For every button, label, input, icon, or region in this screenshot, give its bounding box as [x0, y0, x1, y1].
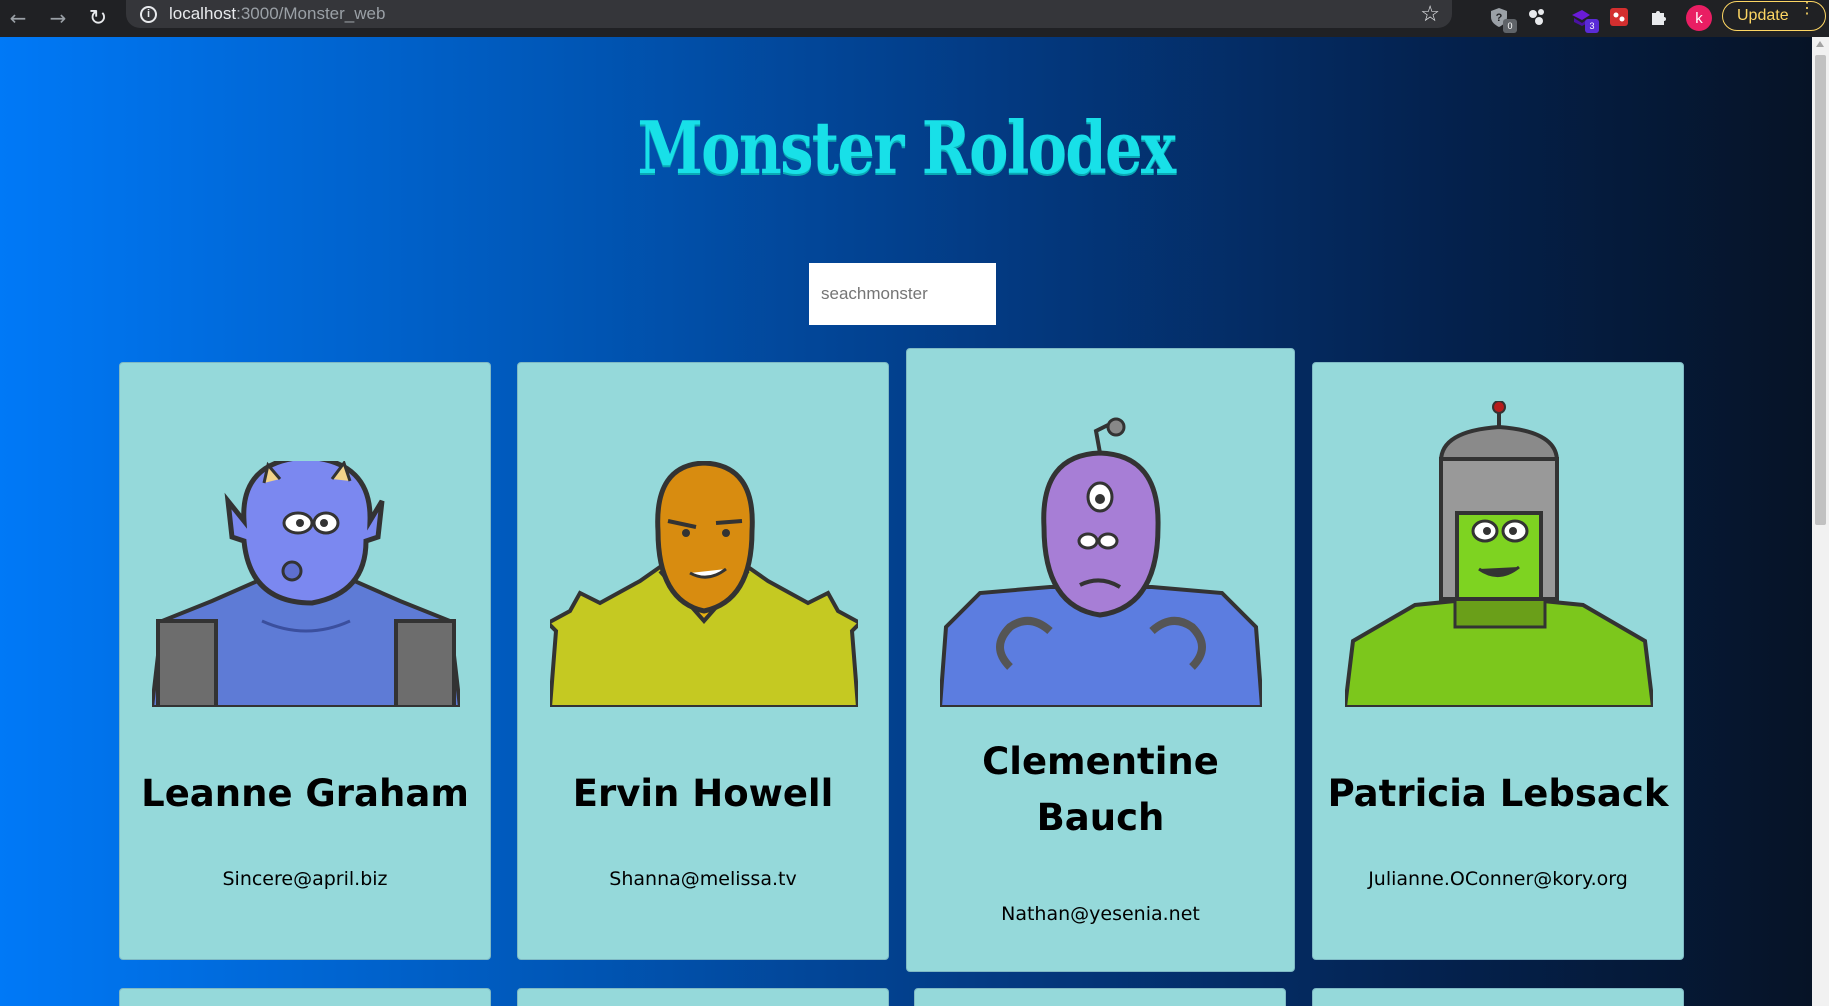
browser-toolbar: ← → ↻ i localhost:3000/Monster_web ☆ ? 0… — [0, 0, 1829, 37]
extension-badge: 3 — [1585, 19, 1599, 33]
extension-red-icon[interactable] — [1606, 4, 1632, 30]
url-host: localhost — [169, 4, 237, 23]
monster-email: Nathan@yesenia.net — [1001, 903, 1200, 925]
url-path: :3000/Monster_web — [236, 4, 386, 23]
bookmark-star-icon[interactable]: ☆ — [1420, 1, 1440, 27]
extension-badge: 0 — [1503, 19, 1517, 33]
vertical-scrollbar[interactable] — [1812, 37, 1829, 1006]
profile-avatar[interactable]: k — [1686, 5, 1712, 31]
back-arrow-icon[interactable]: ← — [4, 4, 32, 32]
monster-card[interactable]: Ervin Howell Shanna@melissa.tv — [517, 362, 889, 960]
scroll-thumb[interactable] — [1815, 55, 1826, 525]
monster-name: Ervin Howell — [572, 772, 834, 815]
forward-arrow-icon[interactable]: → — [44, 4, 72, 32]
monster-image — [940, 417, 1262, 707]
monster-image — [1345, 401, 1653, 707]
update-button[interactable]: Update ⋮ — [1722, 1, 1826, 31]
address-bar[interactable]: i localhost:3000/Monster_web ☆ — [126, 0, 1452, 28]
monster-email: Sincere@april.biz — [222, 868, 388, 890]
scroll-up-arrow-icon[interactable] — [1816, 41, 1824, 47]
monster-name-line1: Clementine — [982, 740, 1219, 783]
monster-card[interactable] — [119, 988, 491, 1006]
extension-purple-icon[interactable]: 3 — [1568, 4, 1599, 33]
page-title: Monster Rolodex — [637, 105, 1176, 190]
extension-question-icon[interactable]: ? 0 — [1486, 4, 1517, 33]
extension-dots-icon[interactable] — [1524, 4, 1550, 30]
monster-card[interactable] — [517, 988, 889, 1006]
monster-card[interactable]: Clementine Bauch Nathan@yesenia.net — [906, 348, 1295, 972]
info-icon[interactable]: i — [140, 5, 157, 23]
monster-card[interactable]: Patricia Lebsack Julianne.OConner@kory.o… — [1312, 362, 1684, 960]
monster-image — [152, 461, 460, 707]
monster-image — [550, 461, 858, 707]
monster-name-line2: Bauch — [1036, 796, 1165, 839]
monster-name: Patricia Lebsack — [1327, 772, 1669, 815]
search-input[interactable] — [809, 263, 996, 325]
monster-name: Leanne Graham — [141, 772, 469, 815]
puzzle-icon[interactable] — [1646, 4, 1672, 30]
monster-card[interactable] — [1312, 988, 1684, 1006]
menu-dots-icon[interactable]: ⋮ — [1799, 1, 1815, 17]
page-body: Monster Rolodex Leanne Graham Sincere@ap… — [0, 37, 1812, 1006]
update-label: Update — [1737, 7, 1789, 24]
monster-email: Julianne.OConner@kory.org — [1368, 868, 1628, 890]
monster-card[interactable] — [914, 988, 1286, 1006]
reload-icon[interactable]: ↻ — [84, 4, 112, 32]
monster-email: Shanna@melissa.tv — [609, 868, 797, 890]
monster-card[interactable]: Leanne Graham Sincere@april.biz — [119, 362, 491, 960]
svg-text:?: ? — [1496, 12, 1503, 24]
